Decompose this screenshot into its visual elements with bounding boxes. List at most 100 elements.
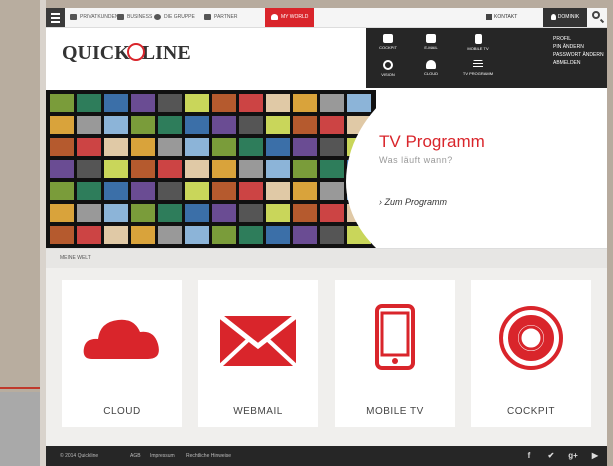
nav-item-die-gruppe[interactable]: Die Gruppe bbox=[154, 8, 195, 27]
dropdown-tile-mobile-tv[interactable]: Mobile TV bbox=[460, 34, 496, 51]
tv-screen-tile bbox=[239, 94, 263, 112]
tv-screen-tile bbox=[50, 204, 74, 222]
tile-label: MOBILE TV bbox=[366, 406, 424, 417]
nav-label: Partner bbox=[214, 14, 238, 20]
footer-link-agb[interactable]: AGB bbox=[130, 453, 141, 459]
tv-screen-tile bbox=[293, 94, 317, 112]
section-title: Meine Welt bbox=[60, 255, 91, 261]
dropdown-tile-tv-programm[interactable]: TV Programm bbox=[460, 60, 496, 76]
tile-label: WEBMAIL bbox=[233, 406, 283, 417]
user-icon bbox=[271, 13, 278, 20]
tv-screen-tile bbox=[77, 204, 101, 222]
tile-label: CLOUD bbox=[103, 406, 141, 417]
tv-screen-tile bbox=[266, 226, 290, 244]
mail-icon bbox=[426, 34, 436, 43]
logo-text: QUICK bbox=[62, 42, 130, 64]
tablet-icon bbox=[375, 304, 415, 370]
tablet-icon bbox=[474, 34, 482, 44]
tv-screen-tile bbox=[293, 182, 317, 200]
tv-screen-tile bbox=[104, 138, 128, 156]
tv-screen-tile bbox=[185, 204, 209, 222]
tv-screen-tile bbox=[212, 138, 236, 156]
cloud-icon bbox=[83, 319, 159, 359]
twitter-icon[interactable]: ✔ bbox=[546, 450, 556, 462]
tv-screen-tile bbox=[320, 138, 344, 156]
tv-screen-tile bbox=[50, 94, 74, 112]
tv-screen-tile bbox=[131, 226, 155, 244]
nav-item-business[interactable]: Business bbox=[117, 8, 152, 27]
dropdown-tile-cloud[interactable]: Cloud bbox=[413, 60, 449, 76]
tv-screen-tile bbox=[239, 204, 263, 222]
quickline-logo[interactable]: QUICK LINE bbox=[62, 42, 191, 65]
tv-screen-tile bbox=[320, 160, 344, 178]
dropdown-tile-label: TV Programm bbox=[462, 71, 494, 76]
tile-cockpit[interactable]: COCKPIT bbox=[471, 280, 591, 427]
tile-webmail[interactable]: WEBMAIL bbox=[198, 280, 318, 427]
tv-screen-tile bbox=[131, 182, 155, 200]
tile-cloud[interactable]: CLOUD bbox=[62, 280, 182, 427]
hero-title: TV Programm bbox=[379, 132, 485, 151]
menu-icon[interactable] bbox=[46, 8, 65, 27]
menu-item-logout[interactable]: Abmelden bbox=[553, 59, 604, 67]
background-stripe bbox=[0, 387, 40, 389]
nav-item-my-world[interactable]: My World bbox=[265, 8, 315, 27]
tv-screen-tile bbox=[185, 182, 209, 200]
tv-screen-tile bbox=[77, 182, 101, 200]
tv-screen-tile bbox=[104, 226, 128, 244]
dropdown-tile-vision[interactable]: Vision bbox=[370, 60, 406, 77]
user-menu-button[interactable]: Dominik bbox=[543, 8, 587, 27]
page: Privatkunden Business Die Gruppe Partner… bbox=[46, 8, 607, 466]
cloud-icon bbox=[426, 60, 436, 69]
contact-icon bbox=[486, 13, 492, 20]
logo-text: LINE bbox=[141, 42, 191, 64]
nav-item-partner[interactable]: Partner bbox=[204, 8, 237, 27]
tv-screen-tile bbox=[77, 160, 101, 178]
tv-screen-tile bbox=[131, 138, 155, 156]
dropdown-tile-label: Vision bbox=[381, 72, 395, 77]
tv-screen-tile bbox=[212, 204, 236, 222]
googleplus-icon[interactable]: g+ bbox=[568, 450, 578, 462]
youtube-icon[interactable]: ▶ bbox=[590, 450, 600, 462]
programm-link[interactable]: › Zum Programm bbox=[379, 197, 447, 207]
facebook-icon[interactable]: f bbox=[524, 450, 534, 462]
menu-item-pin[interactable]: PIN ändern bbox=[553, 43, 604, 51]
tv-screen-tile bbox=[239, 226, 263, 244]
footer-link-legal[interactable]: Rechtliche Hinweise bbox=[186, 453, 231, 459]
dropdown-tile-email[interactable]: E-Mail bbox=[413, 34, 449, 50]
menu-item-profil[interactable]: Profil bbox=[553, 35, 604, 43]
group-icon bbox=[117, 13, 124, 20]
tv-screen-tile bbox=[131, 94, 155, 112]
tile-label: COCKPIT bbox=[507, 406, 555, 417]
tv-screen-tile bbox=[104, 182, 128, 200]
search-icon[interactable] bbox=[592, 11, 600, 19]
tv-screen-tile bbox=[293, 138, 317, 156]
tv-screen-tile bbox=[266, 204, 290, 222]
hero-curve bbox=[346, 90, 607, 248]
tv-screen-tile bbox=[158, 94, 182, 112]
tv-screen-tile bbox=[266, 160, 290, 178]
tv-screen-tile bbox=[320, 94, 344, 112]
tv-screen-tile bbox=[158, 182, 182, 200]
user-name: Dominik bbox=[557, 14, 580, 20]
dropdown-tile-cockpit[interactable]: Cockpit bbox=[370, 34, 406, 50]
globe-icon bbox=[154, 13, 161, 20]
tv-screen-tile bbox=[212, 226, 236, 244]
section-header: Meine Welt bbox=[46, 248, 607, 268]
contact-link[interactable]: Kontakt bbox=[486, 8, 517, 27]
tv-screen-tile bbox=[293, 226, 317, 244]
footer-link-impressum[interactable]: Impressum bbox=[150, 453, 175, 459]
user-dropdown: Cockpit E-Mail Mobile TV Vision Cloud TV… bbox=[366, 28, 607, 88]
tv-screen-tile bbox=[239, 116, 263, 134]
tv-screen-tile bbox=[212, 160, 236, 178]
tv-screen-tile bbox=[104, 204, 128, 222]
tile-mobile-tv[interactable]: MOBILE TV bbox=[335, 280, 455, 427]
tv-screen-tile bbox=[266, 138, 290, 156]
tv-screen-tile bbox=[50, 182, 74, 200]
tv-screen-tile bbox=[185, 160, 209, 178]
tv-screen-tile bbox=[131, 116, 155, 134]
hero-banner: TV Programm Was läuft wann? › Zum Progra… bbox=[46, 90, 607, 248]
nav-item-privatkunden[interactable]: Privatkunden bbox=[70, 8, 118, 27]
tv-mosaic-image bbox=[46, 90, 376, 248]
menu-item-password[interactable]: Passwort ändern bbox=[553, 51, 604, 59]
tv-screen-tile bbox=[185, 94, 209, 112]
